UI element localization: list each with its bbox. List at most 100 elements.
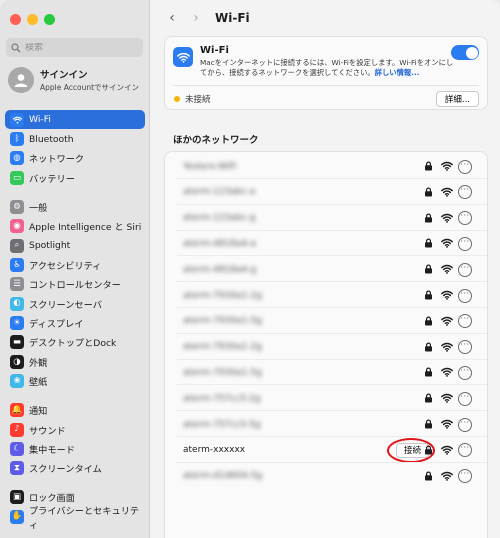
- network-row[interactable]: aterm-123abc-a ···: [165, 180, 487, 205]
- back-button[interactable]: ‹: [161, 7, 183, 29]
- settings-window: サインイン Apple Accountでサインイン Wi-Fi ᛒ Bluetoot…: [0, 0, 500, 538]
- sidebar-item-14[interactable]: 🔔 通知: [5, 400, 145, 419]
- network-row[interactable]: aterm-7930a1-2g ···: [165, 335, 487, 360]
- more-options-icon[interactable]: ···: [458, 417, 472, 432]
- more-options-icon[interactable]: ···: [458, 262, 472, 277]
- close-button[interactable]: [10, 14, 21, 25]
- accessibility-icon: ♿: [10, 257, 24, 272]
- forward-button[interactable]: ›: [185, 7, 207, 29]
- more-options-icon[interactable]: ···: [458, 185, 472, 200]
- sidebar-item-label: サウンド: [29, 425, 66, 437]
- more-options-icon[interactable]: ···: [458, 443, 472, 458]
- more-options-icon[interactable]: ···: [458, 288, 472, 303]
- chevron-left-icon: ‹: [169, 10, 175, 26]
- wifi-icon: [173, 47, 193, 67]
- wifi-signal-icon: [441, 290, 453, 303]
- sidebar-item-2[interactable]: ◍ ネットワーク: [5, 149, 145, 168]
- sidebar-item-label: 通知: [29, 406, 48, 418]
- more-info-link[interactable]: 詳しい情報...: [375, 68, 420, 77]
- gear-icon: ⚙: [10, 199, 24, 214]
- network-name: aterm-7930a1-5g: [183, 316, 262, 327]
- sidebar-item-label: デスクトップとDock: [29, 338, 117, 350]
- sidebar-item-6[interactable]: ⌕ Spotlight: [5, 236, 145, 255]
- signin-subtitle: Apple Accountでサインイン: [40, 83, 140, 92]
- wifi-signal-icon: [441, 393, 453, 406]
- sidebar-item-7[interactable]: ♿ アクセシビリティ: [5, 255, 145, 274]
- wifi-signal-icon: [441, 161, 453, 174]
- more-options-icon[interactable]: ···: [458, 469, 472, 484]
- zoom-button[interactable]: [44, 14, 55, 25]
- sidebar-item-1[interactable]: ᛒ Bluetooth: [5, 129, 145, 148]
- network-name: aterm-7930a1-5g: [183, 367, 262, 378]
- battery-icon: ▭: [10, 170, 24, 185]
- sidebar-item-17[interactable]: ⧗ スクリーンタイム: [5, 459, 145, 478]
- network-row[interactable]: aterm-7930a1-5g ···: [165, 360, 487, 386]
- wifi-icon: [10, 112, 24, 127]
- lock-icon: [424, 471, 433, 484]
- person-icon: [14, 74, 28, 87]
- search-field[interactable]: [6, 38, 143, 57]
- hand-icon: ✋: [10, 509, 24, 524]
- divider: [173, 85, 479, 86]
- lock-icon: [424, 238, 433, 251]
- network-row[interactable]: aterm-7930a1-5g ···: [165, 309, 487, 334]
- more-options-icon[interactable]: ···: [458, 340, 472, 355]
- lock-icon: [424, 290, 433, 303]
- appearance-icon: ◑: [10, 354, 24, 369]
- network-row[interactable]: aterm-4818a4-g ···: [165, 257, 487, 283]
- network-row[interactable]: aterm-d14604-5g ···: [165, 464, 487, 489]
- network-row[interactable]: aterm-123abc-g ···: [165, 206, 487, 231]
- sidebar-item-8[interactable]: ☰ コントロールセンター: [5, 275, 145, 294]
- signin-item[interactable]: サインイン Apple Accountでサインイン: [8, 67, 146, 93]
- sidebar-item-4[interactable]: ⚙ 一般: [5, 197, 145, 216]
- network-row[interactable]: aterm-4818a4-a ···: [165, 231, 487, 257]
- toolbar: ‹ › Wi-Fi: [151, 0, 500, 36]
- more-options-icon[interactable]: ···: [458, 314, 472, 329]
- status-dot-icon: [174, 96, 180, 102]
- network-row[interactable]: aterm-xxxxxx 接続 ···: [165, 437, 487, 463]
- sidebar-item-13[interactable]: ❀ 壁紙: [5, 372, 145, 391]
- more-options-icon[interactable]: ···: [458, 236, 472, 251]
- sidebar-item-9[interactable]: ◐ スクリーンセーバ: [5, 294, 145, 313]
- sidebar-item-label: 一般: [29, 202, 48, 214]
- network-row[interactable]: Yesterx-WiFi ···: [165, 154, 487, 179]
- siri-icon: ◉: [10, 219, 24, 234]
- network-row[interactable]: aterm-757cc5-2g ···: [165, 386, 487, 412]
- network-row[interactable]: aterm-7930a1-2g ···: [165, 283, 487, 308]
- search-icon: ⌕: [10, 238, 24, 253]
- sidebar-item-label: コントロールセンター: [29, 280, 121, 292]
- sidebar-item-label: 集中モード: [29, 444, 75, 456]
- sidebar-item-19[interactable]: ✋ プライバシーとセキュリティ: [5, 506, 145, 531]
- search-input[interactable]: [25, 42, 135, 53]
- network-row[interactable]: aterm-757cc5-5g ···: [165, 412, 487, 437]
- sidebar-item-11[interactable]: ▬ デスクトップとDock: [5, 333, 145, 352]
- more-options-icon[interactable]: ···: [458, 159, 472, 174]
- sidebar-item-label: アクセシビリティ: [29, 260, 102, 272]
- sidebar-item-10[interactable]: ☀ ディスプレイ: [5, 313, 145, 332]
- sidebar-item-15[interactable]: ♪ サウンド: [5, 420, 145, 439]
- sidebar-item-12[interactable]: ◑ 外観: [5, 352, 145, 371]
- lock-screen-icon: ▣: [10, 490, 24, 505]
- more-options-icon[interactable]: ···: [458, 391, 472, 406]
- network-name: aterm-757cc5-2g: [183, 393, 261, 404]
- wifi-toggle[interactable]: [451, 45, 479, 60]
- more-options-icon[interactable]: ···: [458, 365, 472, 380]
- sidebar-item-5[interactable]: ◉ Apple Intelligence と Siri: [5, 216, 145, 235]
- wifi-signal-icon: [441, 213, 453, 226]
- window-controls: [10, 14, 55, 25]
- lock-icon: [424, 393, 433, 406]
- sidebar-item-16[interactable]: ☾ 集中モード: [5, 439, 145, 458]
- wifi-signal-icon: [441, 264, 453, 277]
- minimize-button[interactable]: [27, 14, 38, 25]
- bluetooth-icon: ᛒ: [10, 132, 24, 147]
- sidebar-item-3[interactable]: ▭ バッテリー: [5, 168, 145, 187]
- chevron-right-icon: ›: [193, 10, 199, 26]
- sidebar-item-label: 外観: [29, 357, 48, 369]
- dock-icon: ▬: [10, 335, 24, 350]
- network-list: Yesterx-WiFi ··· aterm-123abc-a ··· aterm-12…: [164, 151, 488, 538]
- sidebar-item-0[interactable]: Wi-Fi: [5, 110, 145, 130]
- more-options-icon[interactable]: ···: [458, 211, 472, 226]
- details-button[interactable]: 詳細...: [435, 91, 479, 107]
- network-name: aterm-4818a4-g: [183, 264, 257, 275]
